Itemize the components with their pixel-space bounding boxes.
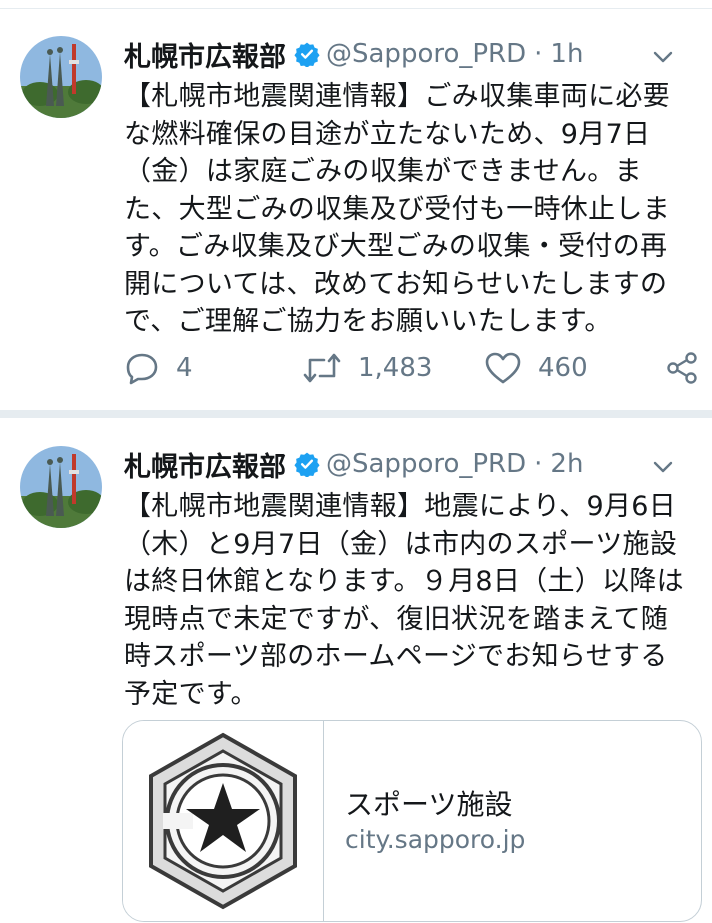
avatar[interactable] (20, 36, 102, 118)
timestamp[interactable]: 1h (550, 39, 583, 69)
tweet-actions: 4 1,483 460 (124, 346, 700, 390)
tweet-header: 札幌市広報部 @Sapporo_PRD · 1h (124, 32, 692, 76)
card-title: スポーツ施設 (345, 788, 513, 821)
user-handle[interactable]: @Sapporo_PRD (326, 449, 526, 479)
text-line: な燃料確保の目途が立たないため、9月7日 (124, 118, 651, 150)
separator-dot: · (534, 39, 543, 69)
reply-count: 4 (176, 353, 193, 383)
retweet-button[interactable]: 1,483 (302, 346, 432, 390)
timestamp[interactable]: 2h (550, 449, 583, 479)
verified-badge-icon (294, 452, 320, 477)
text-line: 【札幌市地震関連情報】地震により、9月6日 (124, 491, 677, 522)
retweet-icon (303, 353, 341, 383)
display-name[interactable]: 札幌市広報部 (124, 445, 286, 484)
tweet[interactable]: 札幌市広報部 @Sapporo_PRD · 1h 【札幌市地震関連情報】ごみ収集… (0, 8, 712, 410)
user-handle[interactable]: @Sapporo_PRD (326, 39, 526, 69)
like-icon (485, 352, 521, 384)
text-line: （木）と9月7日（金）は市内のスポーツ施設 (124, 528, 678, 560)
text-line: す。ごみ収集及び大型ごみの収集・受付の再 (124, 231, 668, 262)
reply-icon (126, 353, 158, 385)
text-line: 時スポーツ部のホームページでお知らせする (124, 641, 668, 672)
share-icon (667, 352, 697, 384)
sapporo-emblem-icon (149, 732, 297, 910)
text-line: 現時点で未定ですが、復旧状況を踏まえて随 (124, 603, 669, 635)
text-line: は終日休館となります。９月8日（土）以降は (124, 566, 684, 597)
link-card[interactable]: スポーツ施設 city.sapporo.jp (122, 720, 702, 922)
share-button[interactable] (664, 346, 712, 390)
text-line: 開については、改めてお知らせいたしますの (124, 268, 668, 300)
tweet-header: 札幌市広報部 @Sapporo_PRD · 2h (124, 442, 692, 486)
text-line: 予定です。 (124, 678, 258, 710)
retweet-count: 1,483 (358, 353, 433, 383)
text-line: た、大型ごみの収集及び受付も一時休止しま (124, 193, 670, 225)
card-image (123, 721, 324, 921)
avatar[interactable] (20, 446, 102, 528)
chevron-down-icon[interactable] (648, 42, 678, 72)
verified-badge-icon (294, 42, 320, 67)
like-button[interactable]: 460 (484, 346, 588, 390)
tweet-separator (0, 410, 712, 418)
text-line: で、ご理解ご協力をお願いいたします。 (124, 306, 612, 337)
card-domain: city.sapporo.jp (345, 825, 526, 854)
tweet-text: 【札幌市地震関連情報】地震により、9月6日 （木）と9月7日（金）は市内のスポー… (124, 488, 694, 713)
text-line: 【札幌市地震関連情報】ごみ収集車両に必要 (124, 81, 670, 112)
reply-button[interactable]: 4 (124, 346, 193, 390)
text-line: （金）は家庭ごみの収集ができません。ま (124, 156, 642, 187)
like-count: 460 (538, 353, 588, 383)
tweet-text: 【札幌市地震関連情報】ごみ収集車両に必要 な燃料確保の目途が立たないため、9月7… (124, 78, 694, 341)
separator-dot: · (534, 449, 543, 479)
display-name[interactable]: 札幌市広報部 (124, 35, 286, 74)
chevron-down-icon[interactable] (648, 452, 678, 482)
tweet[interactable]: 札幌市広報部 @Sapporo_PRD · 2h 【札幌市地震関連情報】地震によ… (0, 418, 712, 923)
